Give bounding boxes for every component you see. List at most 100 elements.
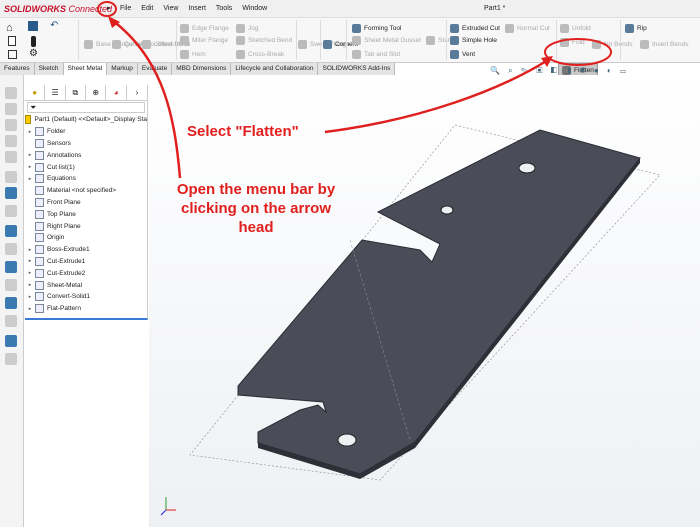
tree-item-sheet-metal[interactable]: ▸ Sheet-Metal — [25, 279, 147, 291]
menu-edit[interactable]: Edit — [141, 5, 153, 12]
ribbon-normal-cut[interactable]: Normal Cut — [505, 24, 550, 33]
left-toolbar-tool-icon[interactable] — [5, 353, 17, 365]
tab-mbd-dimensions[interactable]: MBD Dimensions — [172, 63, 232, 75]
display-manager-tab-icon[interactable]: ◕ — [106, 85, 127, 100]
tab-solidworks-add-ins[interactable]: SOLIDWORKS Add-Ins — [318, 63, 396, 75]
ribbon-sketched-bend[interactable]: Sketched Bend — [236, 36, 292, 45]
expand-arrow-icon[interactable]: ▸ — [25, 306, 35, 312]
tree-item-cut-list-1-[interactable]: ▸ Cut list(1) — [25, 161, 147, 173]
menu-view[interactable]: View — [163, 5, 178, 12]
ribbon-rip[interactable]: Rip — [625, 24, 647, 33]
tree-item-flat-pattern[interactable]: ▸ Flat-Pattern — [25, 303, 147, 315]
tree-item-boss-extrude1[interactable]: ▸ Boss-Extrude1 — [25, 244, 147, 256]
tree-item-front-plane[interactable]: Front Plane — [25, 197, 147, 209]
ribbon-jog[interactable]: Jog — [236, 24, 258, 33]
tree-item-top-plane[interactable]: Top Plane — [25, 208, 147, 220]
tree-item-equations[interactable]: ▸ Equations — [25, 173, 147, 185]
home-icon[interactable]: ⌂ — [6, 22, 13, 34]
tree-item-material-not-specified-[interactable]: Material <not specified> — [25, 185, 147, 197]
tool-icon — [298, 40, 307, 49]
ribbon-edge-flange[interactable]: Edge Flange — [180, 24, 229, 33]
expand-arrow-icon[interactable]: ▸ — [25, 270, 35, 276]
tab-sketch[interactable]: Sketch — [35, 63, 64, 75]
left-toolbar-tool-icon[interactable] — [5, 119, 17, 131]
save-icon[interactable] — [28, 21, 38, 31]
feature-icon — [35, 162, 44, 172]
tool-label: Extruded Cut — [462, 25, 500, 32]
menu-bar: SOLIDWORKS Connected ▸ File Edit View Inser… — [0, 0, 700, 18]
filter-icon[interactable]: ⏷ — [27, 102, 145, 113]
ribbon-simple-hole[interactable]: Simple Hole — [450, 36, 497, 45]
tree-item-origin[interactable]: Origin — [25, 232, 147, 244]
ribbon-insert-bends[interactable]: Insert Bends — [640, 40, 689, 49]
tree-item-cut-extrude2[interactable]: ▸ Cut-Extrude2 — [25, 267, 147, 279]
feature-icon — [35, 233, 44, 243]
left-toolbar-tool-icon[interactable] — [5, 87, 17, 99]
ribbon-sheet-metal-gusset[interactable]: Sheet Metal Gusset — [352, 36, 421, 45]
left-toolbar-tool-icon[interactable] — [5, 279, 17, 291]
configuration-manager-tab-icon[interactable]: ⧉ — [66, 85, 87, 100]
expand-tabs-chevron-icon[interactable]: › — [127, 85, 147, 100]
feature-tree-tab-icon[interactable]: ● — [25, 85, 46, 100]
tab-markup[interactable]: Markup — [107, 63, 138, 75]
property-manager-tab-icon[interactable]: ☰ — [45, 85, 66, 100]
tab-evaluate[interactable]: Evaluate — [138, 63, 173, 75]
left-toolbar-tool-icon[interactable] — [5, 205, 17, 217]
left-toolbar-tool-icon[interactable] — [5, 135, 17, 147]
graphics-area[interactable] — [149, 75, 700, 527]
expand-arrow-icon[interactable]: ▸ — [25, 164, 35, 170]
left-toolbar-tool-icon[interactable] — [5, 335, 17, 347]
traffic-light-icon[interactable] — [31, 36, 36, 47]
options-gear-icon[interactable]: ⚙ — [29, 48, 38, 59]
expand-arrow-icon[interactable]: ▸ — [25, 176, 35, 182]
solidworks-logo[interactable]: SOLIDWORKS Connected — [4, 4, 112, 14]
ribbon-hem[interactable]: Hem — [180, 50, 206, 59]
menu-tools[interactable]: Tools — [216, 5, 232, 12]
expand-arrow-icon[interactable]: ▸ — [25, 294, 35, 300]
tree-item-folder[interactable]: ▸ Folder — [25, 126, 147, 138]
tab-sheet-metal[interactable]: Sheet Metal — [63, 63, 108, 75]
ribbon-fold[interactable]: Fold — [560, 38, 585, 47]
dimxpert-tab-icon[interactable]: ⊕ — [86, 85, 107, 100]
left-toolbar-tool-icon[interactable] — [5, 225, 17, 237]
tree-item-annotations[interactable]: ▸ Annotations — [25, 149, 147, 161]
tab-lifecycle-and-collaboration[interactable]: Lifecycle and Collaboration — [231, 63, 319, 75]
left-toolbar-tool-icon[interactable] — [5, 261, 17, 273]
tree-item-convert-solid1[interactable]: ▸ Convert-Solid1 — [25, 291, 147, 303]
menu-insert[interactable]: Insert — [188, 5, 206, 12]
tree-root[interactable]: Part1 (Default) <<Default>_Display Sta — [25, 114, 147, 126]
left-toolbar-tool-icon[interactable] — [5, 171, 17, 183]
ribbon-miter-flange[interactable]: Miter Flange — [180, 36, 228, 45]
left-toolbar-tool-icon[interactable] — [5, 103, 17, 115]
menu-window[interactable]: Window — [242, 5, 267, 12]
left-toolbar-tool-icon[interactable] — [5, 187, 17, 199]
tool-icon — [450, 24, 459, 33]
menu-expand-arrow-icon[interactable]: ▸ — [107, 4, 111, 12]
expand-arrow-icon[interactable]: ▸ — [25, 152, 35, 158]
tree-item-right-plane[interactable]: Right Plane — [25, 220, 147, 232]
expand-arrow-icon[interactable]: ▸ — [25, 282, 35, 288]
ribbon-forming-tool[interactable]: Forming Tool — [352, 24, 401, 33]
tab-features[interactable]: Features — [0, 63, 35, 75]
left-toolbar-tool-icon[interactable] — [5, 315, 17, 327]
ribbon-cross-break[interactable]: Cross-Break — [236, 50, 284, 59]
ribbon-tab-and-slot[interactable]: Tab and Slot — [352, 50, 400, 59]
open-icon[interactable] — [8, 50, 17, 59]
new-document-icon[interactable] — [8, 36, 16, 46]
left-toolbar-tool-icon[interactable] — [5, 297, 17, 309]
left-toolbar-tool-icon[interactable] — [5, 151, 17, 163]
tree-item-sensors[interactable]: Sensors — [25, 138, 147, 150]
part-model — [160, 124, 661, 516]
ribbon-no-bends[interactable]: No Bends — [592, 40, 633, 49]
menu-file[interactable]: File — [120, 5, 131, 12]
expand-arrow-icon[interactable]: ▸ — [25, 247, 35, 253]
ribbon-vent[interactable]: Vent — [450, 50, 475, 59]
left-toolbar-tool-icon[interactable] — [5, 243, 17, 255]
ribbon-unfold[interactable]: Unfold — [560, 24, 591, 33]
expand-arrow-icon[interactable]: ▸ — [25, 258, 35, 264]
undo-icon[interactable]: ↶ — [50, 20, 58, 31]
tree-item-cut-extrude1[interactable]: ▸ Cut-Extrude1 — [25, 256, 147, 268]
view-heads-up-toolbar[interactable]: 🔍 ⌕ ✎ ▣ ◧ ◨ ◉ ● ◐ ▭ — [490, 66, 629, 76]
ribbon-extruded-cut[interactable]: Extruded Cut — [450, 24, 500, 33]
expand-arrow-icon[interactable]: ▸ — [25, 129, 35, 135]
